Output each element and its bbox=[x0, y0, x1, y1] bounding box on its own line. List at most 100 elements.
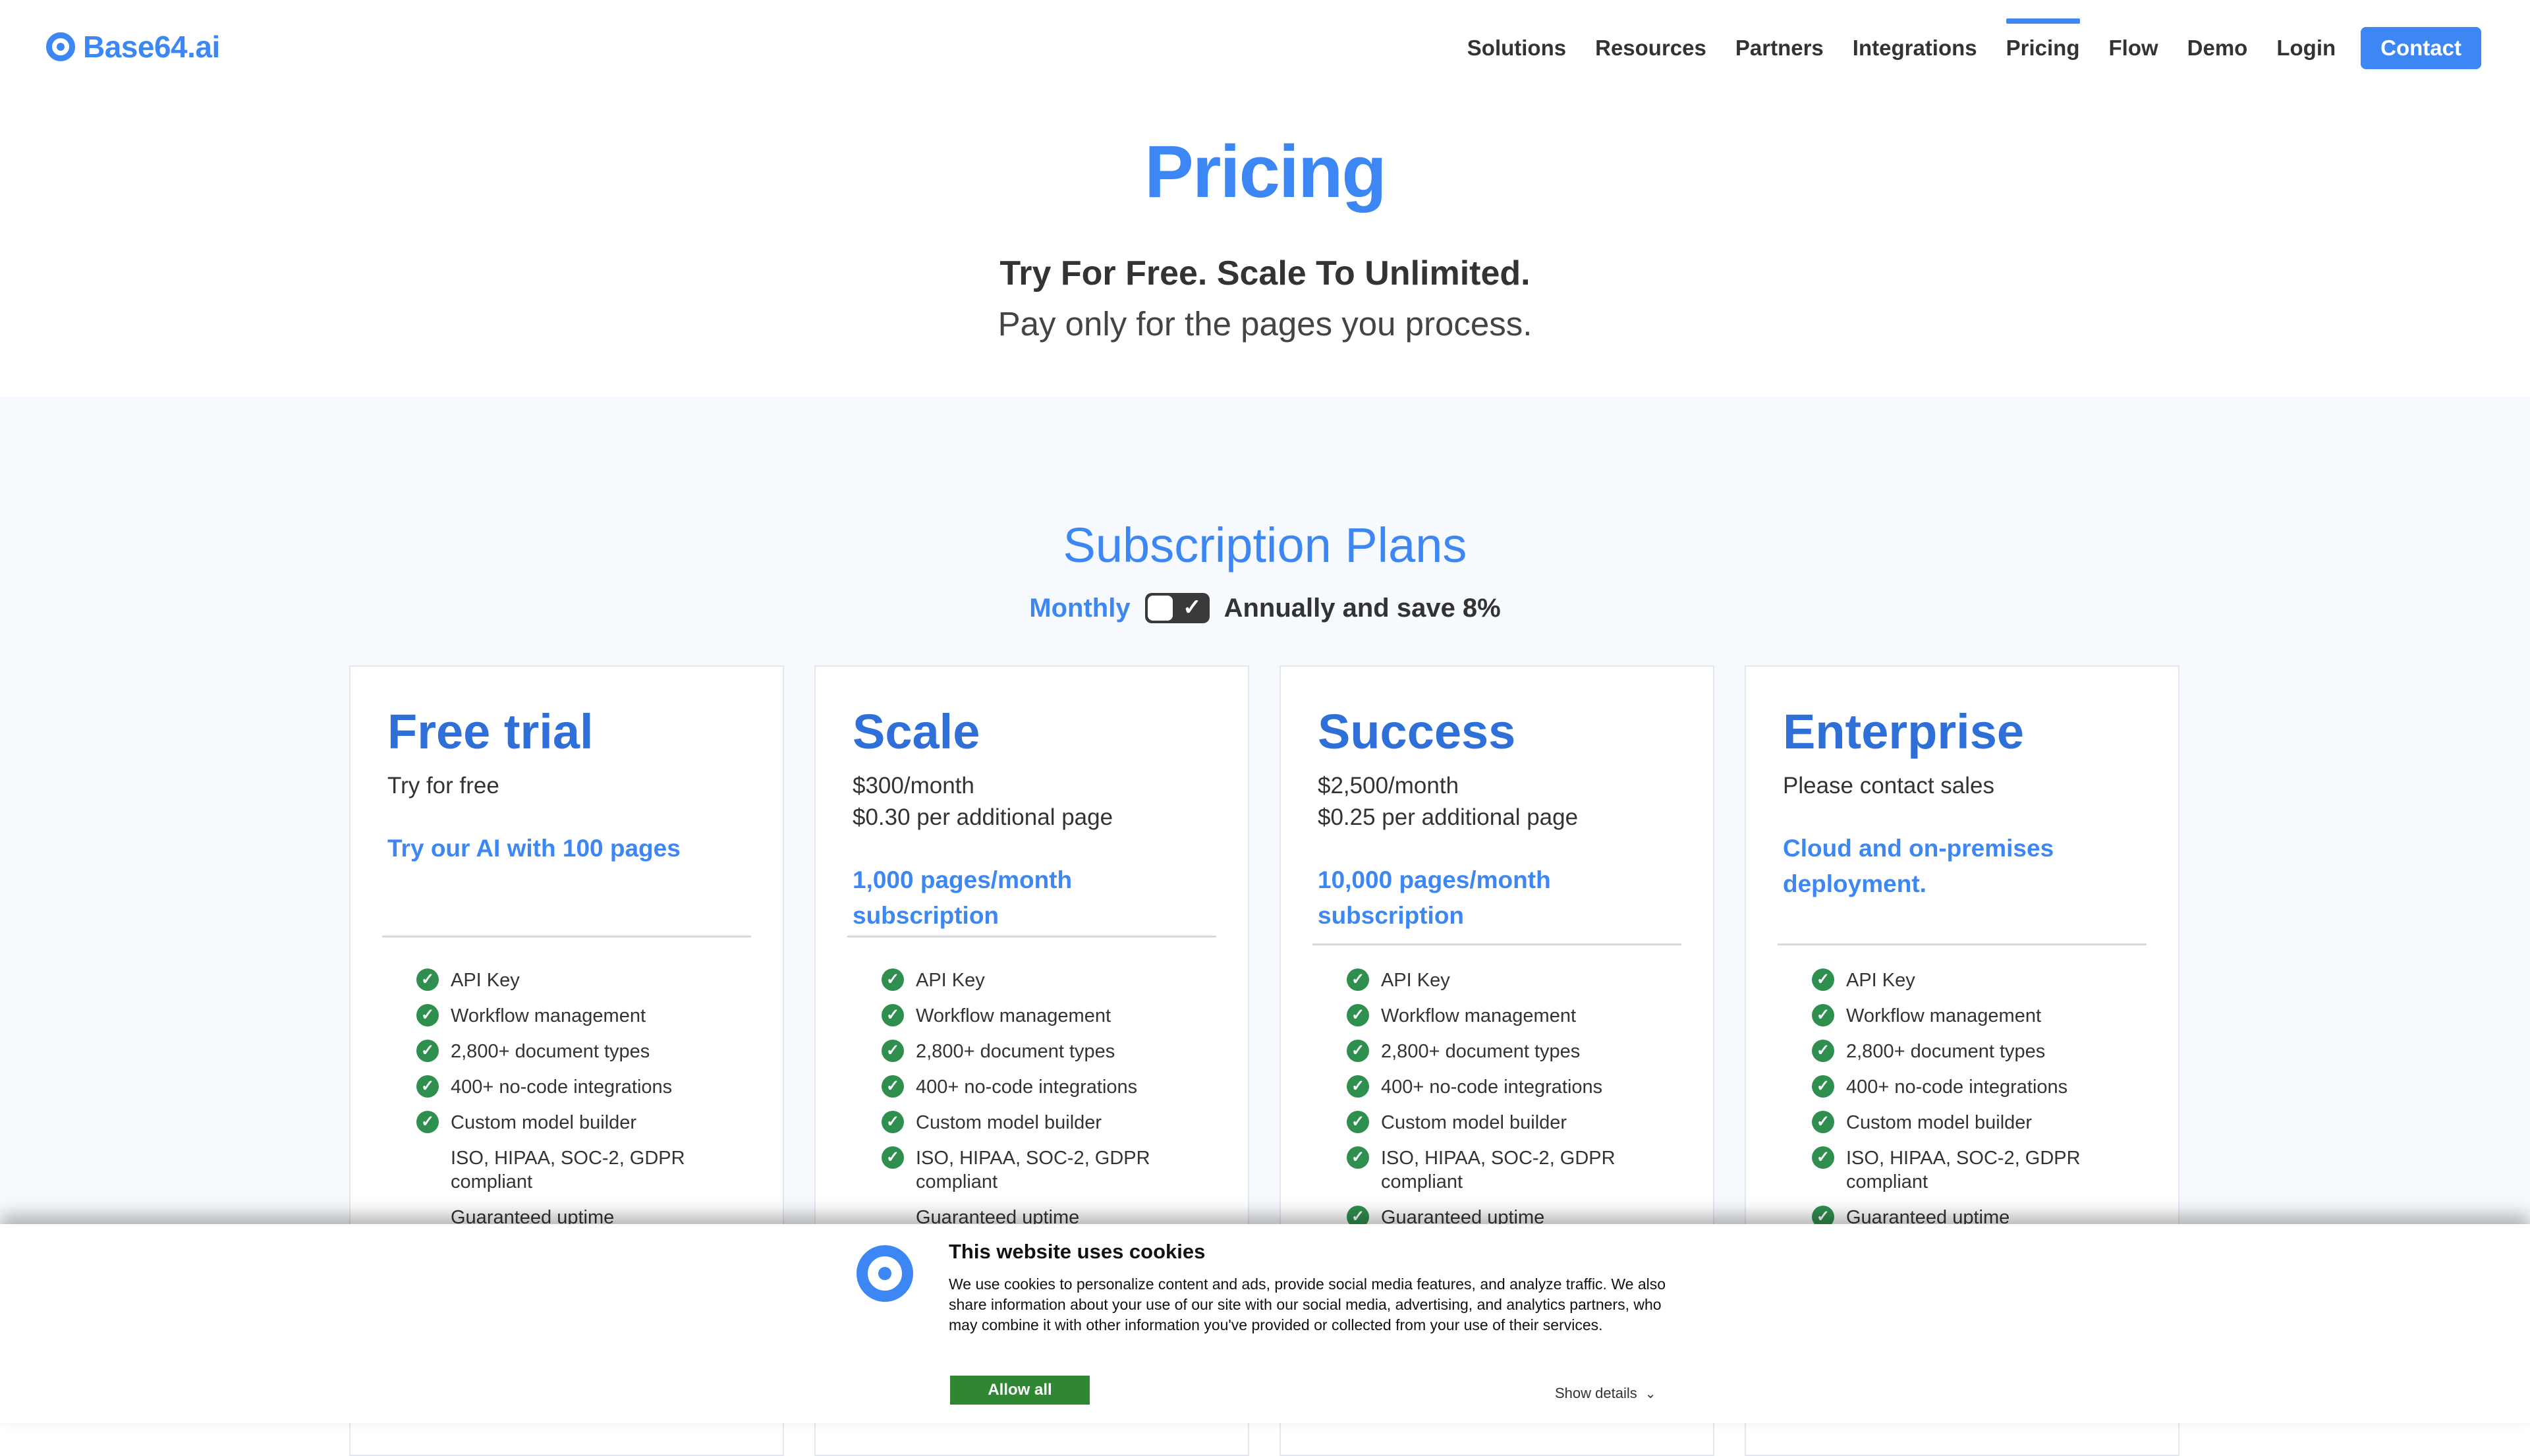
nav-link-partners[interactable]: Partners bbox=[1735, 18, 1824, 78]
nav-link-demo[interactable]: Demo bbox=[2187, 18, 2248, 78]
feature-label: Workflow management bbox=[451, 1005, 646, 1026]
plan-highlight: 1,000 pages/month subscription bbox=[853, 866, 1073, 930]
check-circle-icon: ✓ bbox=[1812, 1040, 1834, 1062]
feature-label: 2,800+ document types bbox=[1846, 1041, 2046, 1062]
feature-label: API Key bbox=[916, 970, 985, 991]
feature-label: ISO, HIPAA, SOC-2, GDPR compliant bbox=[1846, 1148, 2081, 1192]
logo[interactable]: Base64.ai bbox=[46, 29, 220, 65]
switch-knob bbox=[1147, 596, 1173, 621]
chevron-down-icon: ⌄ bbox=[1644, 1386, 1656, 1401]
feature-label: ISO, HIPAA, SOC-2, GDPR compliant bbox=[916, 1148, 1150, 1192]
feature-item: ✓ Workflow management bbox=[882, 1004, 1215, 1028]
feature-item: ✓ Workflow management bbox=[416, 1004, 750, 1028]
feature-label: 2,800+ document types bbox=[1381, 1041, 1581, 1062]
plan-features: ✓ API Key ✓ Workflow management ✓ 2,800+ docu… bbox=[882, 968, 1215, 1241]
check-circle-icon: ✓ bbox=[882, 1075, 904, 1098]
billing-monthly-label[interactable]: Monthly bbox=[1029, 594, 1130, 623]
plan-price: Try for free bbox=[387, 770, 746, 802]
check-icon: ✓ bbox=[1183, 595, 1202, 620]
feature-item: ✓ 2,800+ document types bbox=[1347, 1040, 1680, 1063]
feature-label: API Key bbox=[451, 970, 520, 991]
cookie-text: We use cookies to personalize content an… bbox=[949, 1275, 1666, 1333]
plan-divider bbox=[847, 936, 1216, 938]
nav-link-integrations[interactable]: Integrations bbox=[1853, 18, 1977, 78]
check-circle-icon: ✓ bbox=[1812, 1075, 1834, 1098]
feature-item: ✓ Custom model builder bbox=[1347, 1111, 1680, 1134]
nav-link-login[interactable]: Login bbox=[2276, 18, 2336, 78]
feature-item: ✓ Workflow management bbox=[1812, 1004, 2145, 1028]
logo-text: Base64.ai bbox=[83, 30, 220, 64]
plan-name: Free trial bbox=[387, 704, 594, 759]
plan-name: Enterprise bbox=[1783, 704, 2025, 759]
check-circle-icon: ✓ bbox=[416, 1075, 439, 1098]
plan-price-line: Try for free bbox=[387, 773, 499, 799]
feature-label: Workflow management bbox=[1846, 1005, 2042, 1026]
cookie-banner: This website uses cookies We use cookies… bbox=[0, 1224, 2530, 1423]
feature-label: Custom model builder bbox=[916, 1112, 1102, 1133]
feature-item: ✓ ISO, HIPAA, SOC-2, GDPR compliant bbox=[1347, 1146, 1680, 1194]
feature-item: ✓ Workflow management bbox=[1347, 1004, 1680, 1028]
contact-button[interactable]: Contact bbox=[2361, 27, 2481, 69]
top-nav: Base64.ai Solutions Resources Partners I… bbox=[0, 0, 2530, 99]
feature-item: ✓ 2,800+ document types bbox=[882, 1040, 1215, 1063]
nav-link-flow[interactable]: Flow bbox=[2109, 18, 2158, 78]
plan-divider bbox=[382, 936, 751, 938]
feature-label: 2,800+ document types bbox=[451, 1041, 650, 1062]
plan-card-header: Enterprise Please contact sales Cloud and … bbox=[1783, 705, 2141, 902]
plan-card-header: Scale $300/month $0.30 per additional page… bbox=[853, 705, 1211, 934]
feature-item: ✓ API Key bbox=[1347, 968, 1680, 992]
feature-item: ✓ 2,800+ document types bbox=[1812, 1040, 2145, 1063]
check-circle-icon: ✓ bbox=[1347, 1111, 1369, 1133]
feature-label: ISO, HIPAA, SOC-2, GDPR compliant bbox=[451, 1148, 685, 1192]
feature-item: ✓ API Key bbox=[1812, 968, 2145, 992]
check-circle-icon: ✓ bbox=[882, 1040, 904, 1062]
check-circle-icon: ✓ bbox=[1812, 1146, 1834, 1169]
check-circle-icon: ✓ bbox=[882, 1004, 904, 1026]
plan-divider bbox=[1312, 943, 1681, 945]
cookiebot-logo-icon bbox=[857, 1245, 913, 1302]
check-circle-icon: ✓ bbox=[882, 1146, 904, 1169]
feature-label: API Key bbox=[1846, 970, 1915, 991]
billing-annual-label[interactable]: Annually and save 8% bbox=[1224, 594, 1501, 623]
hero-subtitle: Pay only for the pages you process. bbox=[998, 305, 1532, 343]
feature-item: ✓ 400+ no-code integrations bbox=[882, 1075, 1215, 1099]
plan-features: ✓ API Key ✓ Workflow management ✓ 2,800+ docu… bbox=[416, 968, 750, 1241]
allow-all-button[interactable]: Allow all bbox=[950, 1376, 1090, 1405]
feature-label: 400+ no-code integrations bbox=[451, 1077, 673, 1098]
check-circle-icon: ✓ bbox=[416, 1040, 439, 1062]
plan-highlight: Cloud and on-premises deployment. bbox=[1783, 835, 2054, 898]
check-circle-icon: ✓ bbox=[416, 968, 439, 991]
feature-item: ✓ API Key bbox=[416, 968, 750, 992]
plan-card-header: Free trial Try for free Try our AI with 10… bbox=[387, 705, 746, 866]
plan-highlight: Try our AI with 100 pages bbox=[387, 835, 681, 862]
feature-label: 400+ no-code integrations bbox=[916, 1077, 1138, 1098]
feature-item: ✓ 400+ no-code integrations bbox=[1347, 1075, 1680, 1099]
show-details-link[interactable]: Show details ⌄ bbox=[1555, 1385, 1656, 1402]
feature-label: Workflow management bbox=[916, 1005, 1111, 1026]
billing-toggle: Monthly ✓ Annually and save 8% bbox=[0, 593, 2530, 623]
plan-name: Success bbox=[1318, 704, 1516, 759]
plan-highlight: 10,000 pages/month subscription bbox=[1318, 866, 1551, 930]
plan-price-line: $2,500/month bbox=[1318, 773, 1459, 799]
feature-item: ✓ 400+ no-code integrations bbox=[1812, 1075, 2145, 1099]
feature-label: Workflow management bbox=[1381, 1005, 1577, 1026]
nav-link-resources[interactable]: Resources bbox=[1595, 18, 1706, 78]
show-details-label: Show details bbox=[1555, 1385, 1637, 1401]
feature-item: ✓ 400+ no-code integrations bbox=[416, 1075, 750, 1099]
page-title: Pricing bbox=[1144, 130, 1387, 213]
billing-switch[interactable]: ✓ bbox=[1144, 593, 1210, 623]
check-circle-icon: ✓ bbox=[1812, 968, 1834, 991]
check-circle-icon: ✓ bbox=[1347, 1075, 1369, 1098]
check-circle-icon: ✓ bbox=[882, 968, 904, 991]
check-circle-icon: ✓ bbox=[1347, 1040, 1369, 1062]
plan-price-line: Please contact sales bbox=[1783, 773, 1995, 799]
check-circle-icon: ✓ bbox=[1347, 1004, 1369, 1026]
check-circle-icon: ✓ bbox=[1347, 1146, 1369, 1169]
section-title: Subscription Plans bbox=[1063, 518, 1467, 573]
feature-label: ISO, HIPAA, SOC-2, GDPR compliant bbox=[1381, 1148, 1616, 1192]
nav-link-solutions[interactable]: Solutions bbox=[1467, 18, 1566, 78]
check-circle-icon: ✓ bbox=[1812, 1004, 1834, 1026]
nav-link-pricing[interactable]: Pricing bbox=[2006, 18, 2080, 78]
feature-label: 400+ no-code integrations bbox=[1381, 1077, 1603, 1098]
feature-label: Custom model builder bbox=[451, 1112, 637, 1133]
